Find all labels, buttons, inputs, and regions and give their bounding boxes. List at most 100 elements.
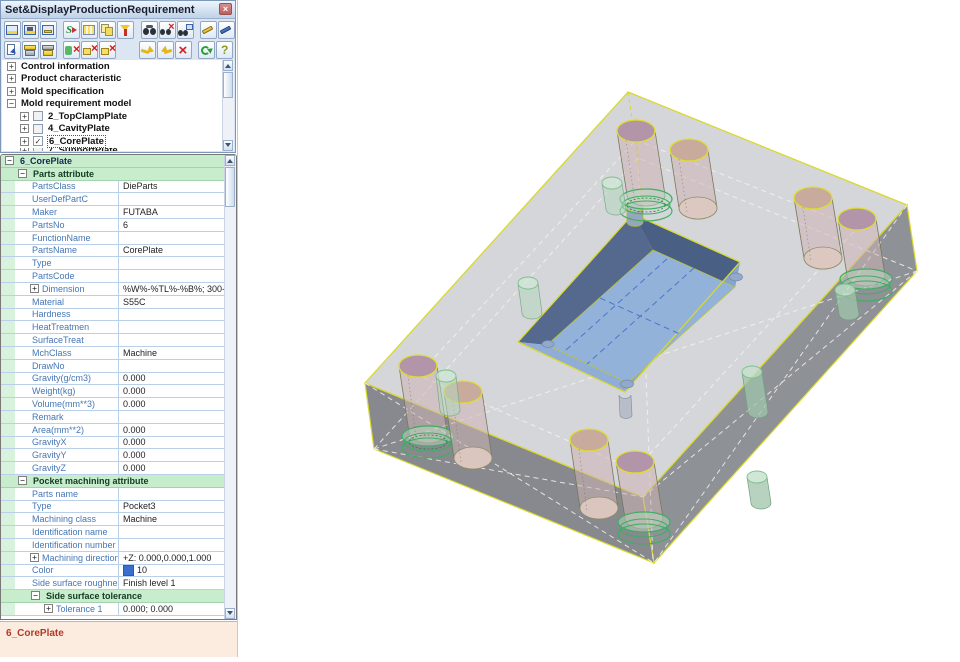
property-row-drawno[interactable]: DrawNo xyxy=(1,360,225,373)
property-row-identification-number[interactable]: Identification number xyxy=(1,539,225,552)
property-value[interactable]: 10 xyxy=(119,565,225,576)
tree-item-control-information[interactable]: +Control information xyxy=(2,60,234,73)
checkbox[interactable]: ✓ xyxy=(33,136,43,146)
property-row-area-mm-2[interactable]: Area(mm**2)0.000 xyxy=(1,424,225,437)
property-row-material[interactable]: MaterialS55C xyxy=(1,296,225,309)
toolbar-button-columns[interactable] xyxy=(81,21,98,39)
property-group-parts-attribute[interactable]: −Parts attribute xyxy=(1,168,225,181)
tree-item-mold-requirement-model[interactable]: −Mold requirement model xyxy=(2,98,234,111)
property-group-6-coreplate[interactable]: −6_CorePlate xyxy=(1,155,225,168)
property-row-gravityy[interactable]: GravityY0.000 xyxy=(1,449,225,462)
property-row-partsclass[interactable]: PartsClassDieParts xyxy=(1,181,225,194)
property-row-volume-mm-3[interactable]: Volume(mm**3)0.000 xyxy=(1,398,225,411)
tree-item-4-cavityplate[interactable]: +4_CavityPlate xyxy=(2,123,234,136)
close-button[interactable]: × xyxy=(219,3,232,15)
property-row-parts-name[interactable]: Parts name xyxy=(1,488,225,501)
toolbar-button-delete-figure[interactable] xyxy=(63,41,80,59)
toolbar-button-refresh[interactable] xyxy=(198,41,215,59)
property-row-gravityx[interactable]: GravityX0.000 xyxy=(1,437,225,450)
property-row-userdefpartc[interactable]: UserDefPartC xyxy=(1,193,225,206)
property-row-hardness[interactable]: Hardness xyxy=(1,309,225,322)
property-value[interactable]: Machine xyxy=(119,514,225,524)
toolbar-button-delete-box2[interactable] xyxy=(99,41,116,59)
property-row-partsname[interactable]: PartsNameCorePlate xyxy=(1,245,225,258)
property-scroll-up-button[interactable] xyxy=(225,155,235,166)
toolbar-button-import-page[interactable] xyxy=(4,41,21,59)
property-value[interactable]: FUTABA xyxy=(119,207,225,217)
toolbar-button-search[interactable] xyxy=(141,21,158,39)
tree-item-mold-specification[interactable]: +Mold specification xyxy=(2,85,234,98)
toolbar-button-machine-set[interactable] xyxy=(22,41,39,59)
property-value[interactable]: Machine xyxy=(119,348,225,358)
expander-icon[interactable]: + xyxy=(20,148,29,152)
expander-icon[interactable]: − xyxy=(18,476,27,485)
property-row-gravity-g-cm3[interactable]: Gravity(g/cm3)0.000 xyxy=(1,373,225,386)
title-bar[interactable]: Set&DisplayProductionRequirement × xyxy=(1,1,235,19)
property-value[interactable]: Finish level 1 xyxy=(119,578,225,588)
property-row-machining-class[interactable]: Machining classMachine xyxy=(1,513,225,526)
toolbar-button-window-display[interactable] xyxy=(40,21,57,39)
tree-scroll-thumb[interactable] xyxy=(223,72,233,98)
checkbox[interactable] xyxy=(33,148,43,152)
toolbar-button-filter-funnel[interactable] xyxy=(117,21,134,39)
property-value[interactable]: 6 xyxy=(119,220,225,230)
property-row-surfacetreat[interactable]: SurfaceTreat xyxy=(1,334,225,347)
expander-icon[interactable]: + xyxy=(20,112,29,121)
toolbar-button-return-arrow[interactable] xyxy=(157,41,174,59)
property-row-dimension[interactable]: +Dimension%W%-%TL%-%B%; 300-4... xyxy=(1,283,225,296)
property-row-partsno[interactable]: PartsNo6 xyxy=(1,219,225,232)
expander-icon[interactable]: − xyxy=(5,156,14,165)
property-row-color[interactable]: Color10 xyxy=(1,565,225,578)
property-scrollbar[interactable] xyxy=(224,155,236,619)
property-row-functionname[interactable]: FunctionName xyxy=(1,232,225,245)
toolbar-button-delete-red[interactable] xyxy=(175,41,192,59)
toolbar-button-help[interactable] xyxy=(216,41,233,59)
property-row-weight-kg[interactable]: Weight(kg)0.000 xyxy=(1,385,225,398)
expander-icon[interactable]: + xyxy=(7,87,16,96)
expander-icon[interactable]: + xyxy=(30,553,39,562)
property-row-maker[interactable]: MakerFUTABA xyxy=(1,206,225,219)
toolbar-button-highlight-blue[interactable] xyxy=(218,21,235,39)
expander-icon[interactable]: − xyxy=(31,591,40,600)
expander-icon[interactable]: + xyxy=(7,62,16,71)
expander-icon[interactable]: + xyxy=(20,137,29,146)
expander-icon[interactable]: + xyxy=(20,124,29,133)
property-value[interactable]: 0.000; 0.000 xyxy=(119,604,225,614)
property-group-pocket-machining-attribute[interactable]: −Pocket machining attribute xyxy=(1,475,225,488)
property-row-side-surface-roughness[interactable]: Side surface roughnessFinish level 1 xyxy=(1,577,225,590)
property-value[interactable]: CorePlate xyxy=(119,245,225,255)
property-group-side-surface-tolerance[interactable]: −Side surface tolerance xyxy=(1,590,225,603)
property-value[interactable]: %W%-%TL%-%B%; 300-4... xyxy=(119,284,225,294)
toolbar-button-search-window[interactable] xyxy=(177,21,194,39)
tree-item-2-topclampplate[interactable]: +2_TopClampPlate xyxy=(2,110,234,123)
toolbar-button-window-new[interactable] xyxy=(4,21,21,39)
toolbar-button-delete-box[interactable] xyxy=(81,41,98,59)
property-row-heattreatmen[interactable]: HeatTreatmen xyxy=(1,321,225,334)
tree-scrollbar[interactable] xyxy=(222,60,234,151)
toolbar-button-window-machine[interactable] xyxy=(22,21,39,39)
property-value[interactable]: 0.000 xyxy=(119,386,225,396)
property-row-tolerance-1[interactable]: +Tolerance 10.000; 0.000 xyxy=(1,603,225,616)
property-value[interactable]: 0.000 xyxy=(119,437,225,447)
toolbar-button-highlight-yellow[interactable] xyxy=(200,21,217,39)
toolbar-button-copy-requirement[interactable] xyxy=(99,21,116,39)
property-row-partscode[interactable]: PartsCode xyxy=(1,270,225,283)
checkbox[interactable] xyxy=(33,124,43,134)
toolbar-button-apply-arrow[interactable] xyxy=(139,41,156,59)
property-value[interactable]: +Z: 0.000,0.000,1.000 xyxy=(119,553,225,563)
property-row-remark[interactable]: Remark xyxy=(1,411,225,424)
toolbar-button-transfer-requirement[interactable] xyxy=(63,21,80,39)
property-value[interactable]: 0.000 xyxy=(119,425,225,435)
expander-icon[interactable]: + xyxy=(7,74,16,83)
property-row-machining-direction[interactable]: +Machining direction+Z: 0.000,0.000,1.00… xyxy=(1,552,225,565)
property-value[interactable]: 0.000 xyxy=(119,373,225,383)
property-row-identification-name[interactable]: Identification name xyxy=(1,526,225,539)
property-scroll-down-button[interactable] xyxy=(225,608,235,619)
property-row-type[interactable]: TypePocket3 xyxy=(1,501,225,514)
3d-viewport[interactable] xyxy=(242,0,960,657)
property-value[interactable]: S55C xyxy=(119,297,225,307)
tree-scroll-up-button[interactable] xyxy=(223,60,233,71)
checkbox[interactable] xyxy=(33,111,43,121)
property-value[interactable]: Pocket3 xyxy=(119,501,225,511)
property-value[interactable]: 0.000 xyxy=(119,450,225,460)
